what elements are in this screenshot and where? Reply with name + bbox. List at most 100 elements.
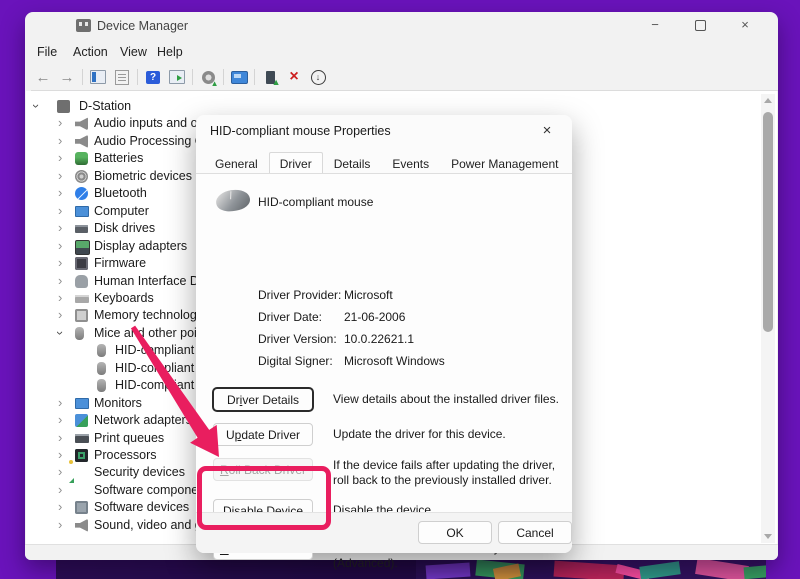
chevron-right-icon[interactable]: › [58,413,62,427]
printer-icon [75,434,89,443]
chevron-down-icon[interactable]: › [29,104,43,108]
keyboard-icon [75,295,89,303]
battery-icon [75,152,88,165]
monitor-icon [75,398,89,409]
scroll-down-icon[interactable] [764,534,772,539]
chevron-right-icon[interactable]: › [58,169,62,183]
toolbar-separator [137,69,138,85]
toolbar-separator [82,69,83,85]
driver-action-description: Update the driver for this device. [333,427,561,442]
toolbar-separator [192,69,193,85]
speaker-icon [75,117,88,130]
chevron-right-icon[interactable]: › [58,291,62,305]
chevron-right-icon[interactable]: › [58,186,62,200]
toolbar-separator [223,69,224,85]
field-driver-date: Driver Date:21-06-2006 [258,310,405,324]
chevron-right-icon[interactable]: › [58,431,62,445]
properties-icon[interactable] [111,67,133,87]
tree-item-label: Display adapters [94,239,187,253]
disable-down-icon[interactable]: ↓ [307,67,329,87]
tree-item-d-station[interactable]: › D-Station [26,98,766,115]
scroll-up-icon[interactable] [764,98,772,103]
chevron-right-icon[interactable]: › [58,256,62,270]
chevron-right-icon[interactable]: › [58,308,62,322]
computer-root-icon [57,100,70,113]
menu-view[interactable]: View [120,45,147,59]
menu-help[interactable]: Help [157,45,183,59]
uninstall-x-icon[interactable]: × [283,67,305,87]
tree-item-label: Disk drives [94,221,155,235]
tab-events[interactable]: Events [381,153,440,174]
tab-driver[interactable]: Driver [269,152,323,173]
forward-icon[interactable]: → [56,67,78,87]
firmware-icon [75,257,88,270]
tree-item-label: Network adapters [94,413,192,427]
chevron-right-icon[interactable]: › [58,518,62,532]
memory-icon [75,309,88,322]
maximize-icon [695,20,706,31]
chevron-right-icon[interactable]: › [58,204,62,218]
screenshot-root: Device Manager − × File Action View Help… [0,0,800,579]
dialog-title: HID-compliant mouse Properties [210,124,391,138]
cancel-button[interactable]: Cancel [498,521,572,544]
chevron-right-icon[interactable]: › [58,500,62,514]
tree-item-label: Keyboards [94,291,154,305]
chevron-right-icon[interactable]: › [58,239,62,253]
softdev-icon [75,501,88,514]
menu-action[interactable]: Action [73,45,108,59]
chevron-right-icon[interactable]: › [58,134,62,148]
minimize-button[interactable]: − [633,12,677,38]
toolbar: ←→? ×↓ [31,64,778,91]
tree-item-label: Security devices [94,465,185,479]
update-driver-button[interactable]: Update Driver [213,423,313,446]
scan-hardware-icon[interactable] [228,67,250,87]
driver-tab-pane: HID-compliant mouse Driver Provider:Micr… [196,173,572,513]
chevron-right-icon[interactable]: › [58,465,62,479]
menu-file[interactable]: File [37,45,57,59]
action-window-icon[interactable] [166,67,188,87]
add-driver-icon[interactable] [259,67,281,87]
driver-action-description: View details about the installed driver … [333,392,561,407]
driver-details-button[interactable]: Driver Details [213,388,313,411]
display-icon [75,240,90,255]
chevron-right-icon[interactable]: › [58,483,62,497]
mouse-icon [97,379,106,392]
window-title: Device Manager [97,19,188,33]
tab-details[interactable]: Details [323,153,382,174]
tree-item-label: Computer [94,204,149,218]
chevron-down-icon[interactable]: › [53,331,67,335]
chevron-right-icon[interactable]: › [58,396,62,410]
tab-power-management[interactable]: Power Management [440,153,569,174]
update-driver-gear-icon[interactable] [197,67,219,87]
tree-item-label: Processors [94,448,157,462]
monitor-icon [75,206,89,217]
chevron-right-icon[interactable]: › [58,448,62,462]
help-icon[interactable]: ? [142,67,164,87]
chevron-right-icon[interactable]: › [58,151,62,165]
chevron-right-icon[interactable]: › [58,221,62,235]
roll-back-driver-button: Roll Back Driver [213,458,313,481]
network-icon [75,414,88,427]
device-name: HID-compliant mouse [258,195,373,209]
chevron-right-icon[interactable]: › [58,116,62,130]
dialog-close-icon[interactable]: × [532,119,562,143]
ok-button[interactable]: OK [418,521,492,544]
disk-icon [75,225,88,233]
close-button[interactable]: × [723,12,767,38]
field-driver-version: Driver Version:10.0.22621.1 [258,332,414,346]
scrollbar-thumb[interactable] [763,112,773,332]
mouse-icon [97,344,106,357]
tab-general[interactable]: General [204,153,269,174]
maximize-button[interactable] [678,12,722,38]
speaker-icon [75,519,88,532]
title-bar: Device Manager − × [25,12,778,40]
console-panel-icon[interactable] [87,67,109,87]
tree-item-label: Firmware [94,256,146,270]
back-icon[interactable]: ← [32,67,54,87]
tree-item-label: D-Station [79,99,131,113]
driver-action-description: If the device fails after updating the d… [333,458,561,488]
chevron-right-icon[interactable]: › [58,274,62,288]
vertical-scrollbar[interactable] [761,94,775,543]
biometric-icon [75,170,88,183]
tree-item-label: Print queues [94,431,164,445]
